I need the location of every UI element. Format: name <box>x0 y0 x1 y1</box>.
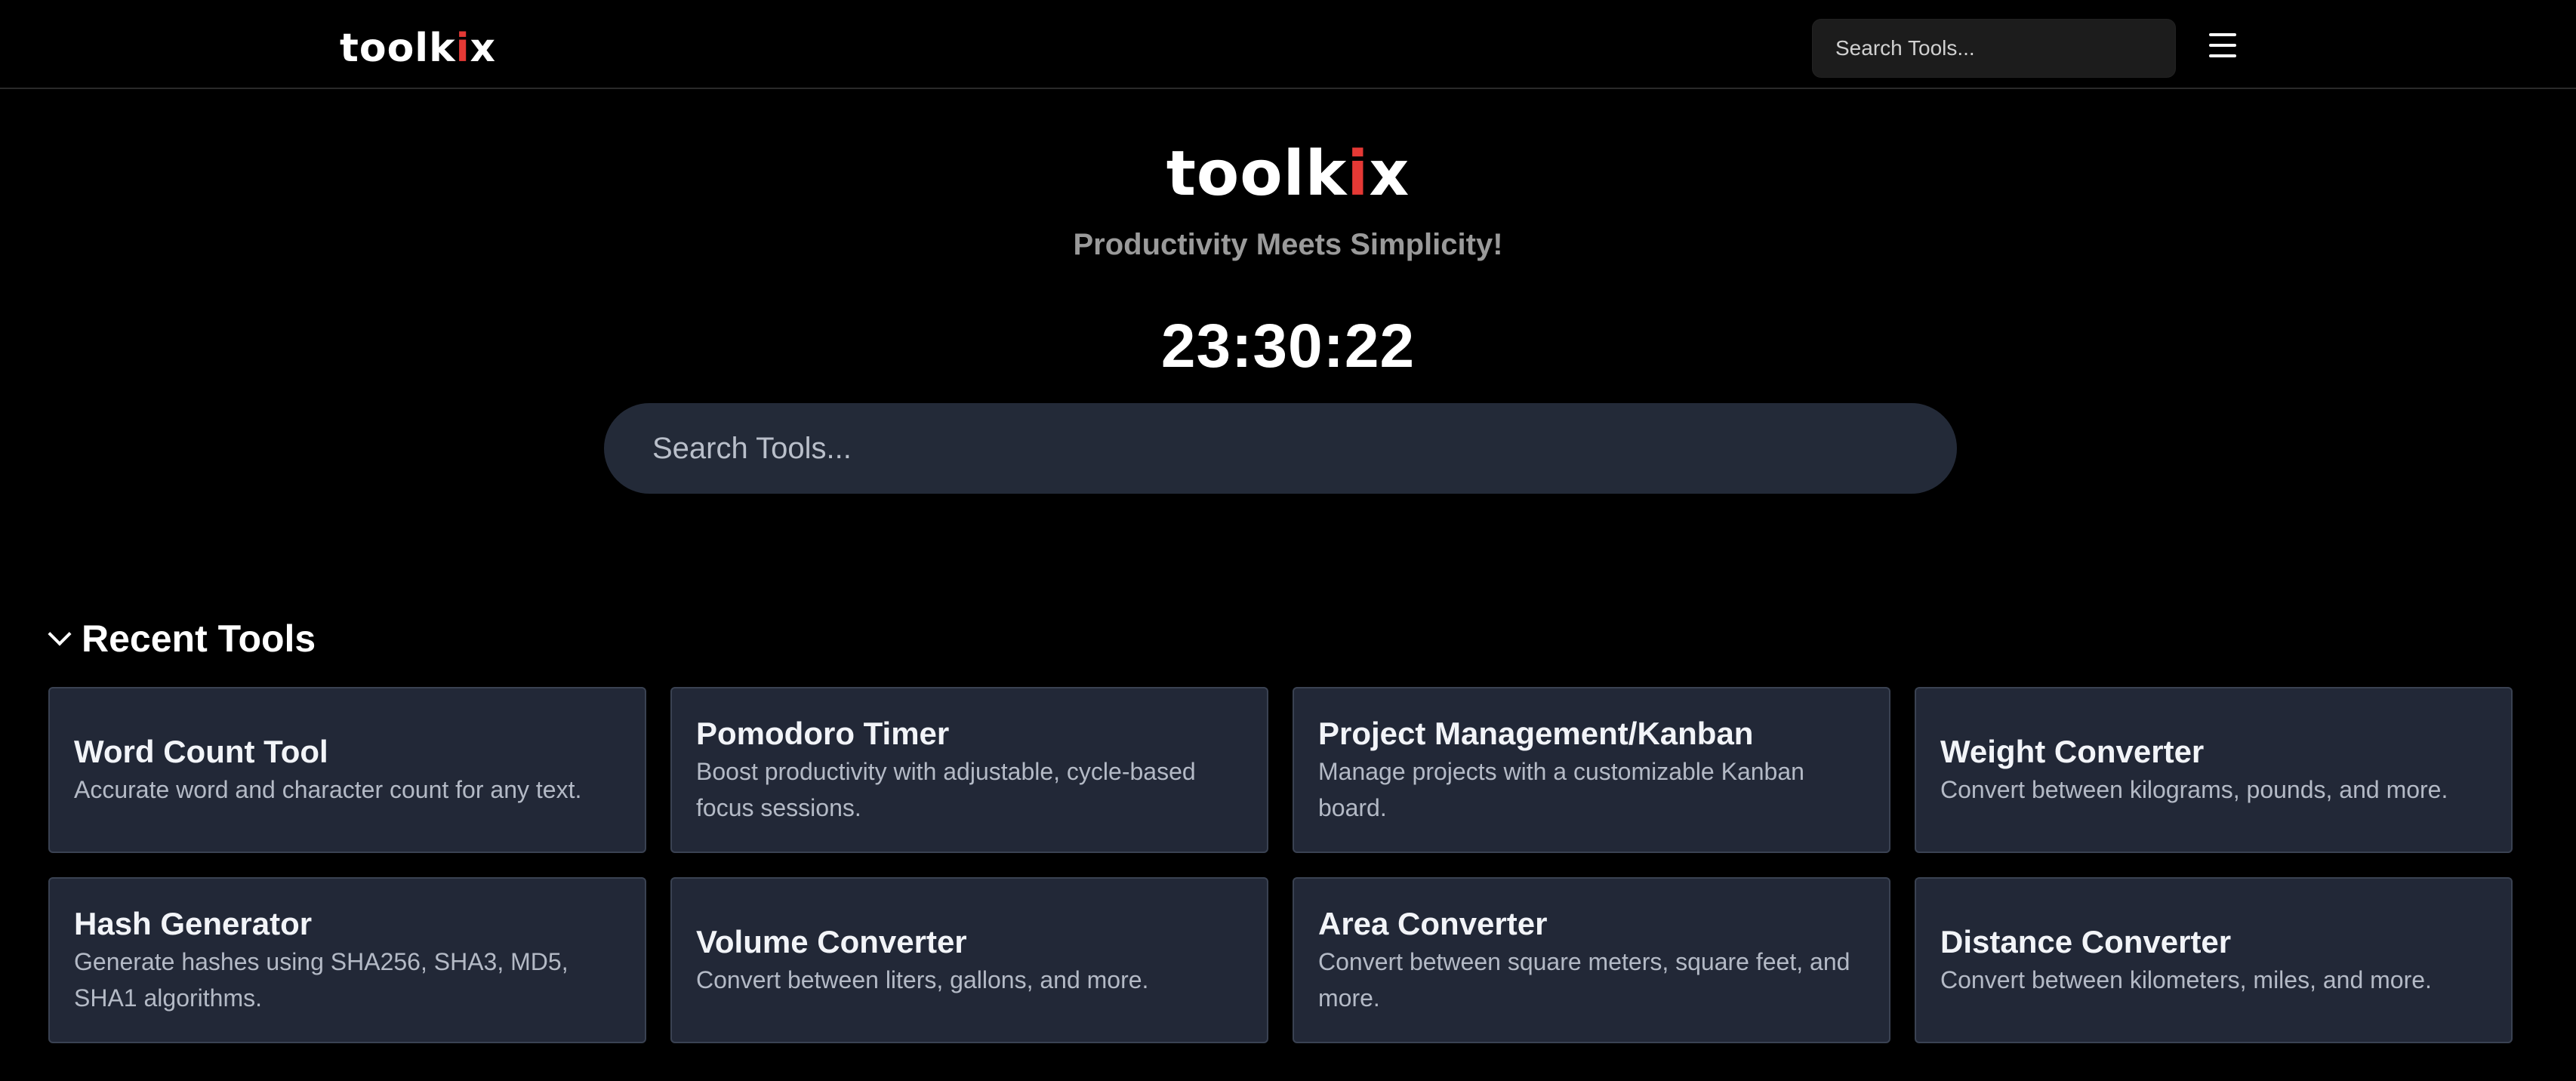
menu-line <box>2209 44 2236 47</box>
recent-tools-title: Recent Tools <box>82 617 316 660</box>
hero-logo-text-end: x <box>1369 138 1410 210</box>
navbar-logo[interactable]: toolkix <box>340 26 496 71</box>
hero-logo-text: toolk <box>1166 138 1348 210</box>
hero-logo: toolkix <box>0 140 2576 208</box>
tool-card-description: Accurate word and character count for an… <box>74 776 582 803</box>
hero-search-input[interactable] <box>604 403 1957 494</box>
tagline: Productivity Meets Simplicity! <box>1073 228 1503 261</box>
tool-card-description: Convert between square meters, square fe… <box>1318 948 1850 1012</box>
tool-card-area-converter[interactable]: Area Converter Convert between square me… <box>1293 877 1890 1043</box>
tool-card-title: Weight Converter <box>1940 734 2205 769</box>
tool-card-title: Hash Generator <box>74 906 313 941</box>
tool-card-description: Convert between liters, gallons, and mor… <box>696 966 1149 993</box>
tool-card-word-count[interactable]: Word Count Tool Accurate word and charac… <box>48 687 646 853</box>
tool-card-weight-converter[interactable]: Weight Converter Convert between kilogra… <box>1915 687 2513 853</box>
tool-card-pomodoro-timer[interactable]: Pomodoro Timer Boost productivity with a… <box>670 687 1268 853</box>
tool-card-title: Volume Converter <box>696 924 967 959</box>
tool-card-volume-converter[interactable]: Volume Converter Convert between liters,… <box>670 877 1268 1043</box>
menu-line <box>2209 54 2236 57</box>
menu-line <box>2209 33 2236 36</box>
digital-clock: 23:30:22 <box>1160 312 1416 380</box>
tool-card-distance-converter[interactable]: Distance Converter Convert between kilom… <box>1915 877 2513 1043</box>
tool-card-description: Manage projects with a customizable Kanb… <box>1318 758 1804 821</box>
tool-card-description: Convert between kilograms, pounds, and m… <box>1940 776 2448 803</box>
tool-card-description: Convert between kilometers, miles, and m… <box>1940 966 2432 993</box>
tool-card-title: Word Count Tool <box>74 734 328 769</box>
tool-card-kanban[interactable]: Project Management/Kanban Manage project… <box>1293 687 1890 853</box>
hero-logo-accent-letter: i <box>1347 138 1370 210</box>
tool-card-title: Area Converter <box>1318 906 1548 941</box>
tool-card-title: Pomodoro Timer <box>696 716 950 751</box>
navbar-search-input[interactable] <box>1812 19 2176 78</box>
recent-tools-toggle[interactable]: Recent Tools <box>47 614 316 663</box>
hamburger-menu-icon[interactable] <box>2209 33 2236 57</box>
tool-card-title: Project Management/Kanban <box>1318 716 1754 751</box>
top-navbar: toolkix <box>0 0 2576 89</box>
tool-card-hash-generator[interactable]: Hash Generator Generate hashes using SHA… <box>48 877 646 1043</box>
tool-card-description: Boost productivity with adjustable, cycl… <box>696 758 1196 821</box>
tool-card-title: Distance Converter <box>1940 924 2232 959</box>
logo-text-end: x <box>470 26 497 71</box>
tool-card-description: Generate hashes using SHA256, SHA3, MD5,… <box>74 948 569 1012</box>
logo-text: toolk <box>340 26 456 71</box>
chevron-down-icon <box>48 622 72 646</box>
logo-accent-letter: i <box>455 26 470 71</box>
recent-tools-grid: Word Count Tool Accurate word and charac… <box>48 687 2513 1043</box>
